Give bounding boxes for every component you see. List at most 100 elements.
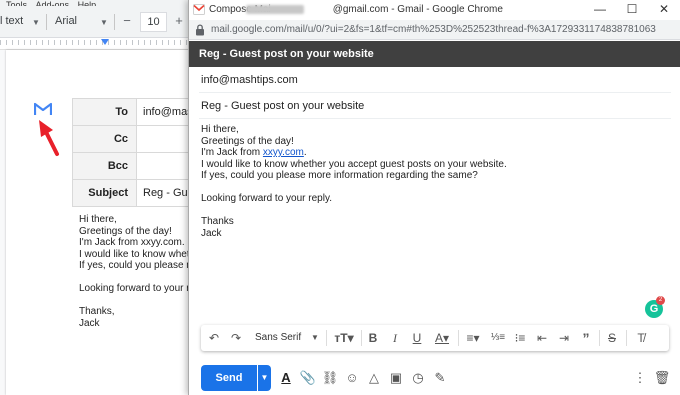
lock-icon[interactable] [195, 24, 205, 36]
doc-line: If yes, could you please m [79, 260, 195, 271]
toolbar-divider [326, 330, 327, 346]
quote-icon[interactable]: ” [578, 330, 594, 346]
doc-line: Jack [79, 317, 100, 329]
table-row: Cc [72, 125, 197, 153]
toolbar-divider [626, 330, 627, 346]
toolbar-divider [114, 14, 115, 30]
doc-line [79, 272, 195, 284]
compose-body[interactable]: Hi there, Greetings of the day! I'm Jack… [201, 124, 507, 239]
link-icon[interactable]: ⛓ [321, 369, 339, 387]
chevron-down-icon[interactable]: ▼ [100, 18, 108, 27]
body-line: Greetings of the day! [201, 135, 294, 147]
font-size-increase-button[interactable]: + [170, 14, 188, 30]
docs-font-select[interactable]: Arial [55, 15, 77, 27]
gmail-icon [193, 4, 205, 15]
formatting-options-icon[interactable]: A [277, 369, 295, 387]
doc-line: I would like to know wheth [79, 248, 196, 260]
formatting-toolbar: ↶ ↷ Sans Serif ▼ тT▾ B I U A▾ ≡▾ ⅓≡ ⁝≡ ⇤… [201, 325, 669, 351]
docs-style-select[interactable]: l text [0, 15, 23, 27]
signature-icon[interactable]: ✎ [431, 369, 449, 387]
body-line: Looking forward to your reply. [201, 193, 332, 204]
to-field[interactable]: info@mashtips.com [199, 67, 671, 93]
redacted-email-blur [246, 5, 304, 14]
underline-icon[interactable]: U [409, 330, 425, 346]
body-line: I'm Jack from xxyy.com. [201, 147, 507, 159]
toolbar-divider [361, 330, 362, 346]
trash-icon[interactable]: 🗑 [653, 369, 671, 387]
drive-icon[interactable]: △ [365, 369, 383, 387]
body-line: Thanks [201, 216, 234, 227]
mail-merge-table: To info@mas Cc Bcc Subject Reg - Gue [72, 98, 197, 207]
doc-line: Thanks, [79, 306, 115, 317]
body-gap [201, 205, 507, 217]
align-icon[interactable]: ≡▾ [462, 330, 484, 346]
font-select[interactable]: Sans Serif [255, 330, 301, 346]
red-arrow-icon [39, 120, 59, 156]
ruler-ticks [0, 40, 200, 45]
attach-icon[interactable]: 📎 [299, 369, 317, 387]
compose-title: Reg - Guest post on your website [199, 48, 374, 60]
send-options-chevron-icon[interactable]: ▼ [258, 365, 271, 391]
toolbar-divider [599, 330, 600, 346]
body-line: Jack [201, 227, 222, 239]
table-row: Subject Reg - Gue [72, 179, 197, 207]
gmail-m-icon[interactable] [34, 102, 52, 116]
body-line: I would like to know whether you accept … [201, 158, 507, 170]
doc-line: Hi there, [79, 214, 117, 225]
doc-line: I'm Jack from xxyy.com. [79, 237, 185, 248]
text-size-icon[interactable]: тT▾ [332, 330, 356, 346]
minimize-button[interactable]: — [586, 1, 614, 19]
chrome-popup-window: Compose Mai @gmail.com - Gmail - Google C… [188, 0, 680, 395]
numbered-list-icon[interactable]: ⅓≡ [490, 330, 506, 346]
redo-icon[interactable]: ↷ [228, 330, 244, 346]
chevron-down-icon[interactable]: ▼ [32, 18, 40, 27]
more-options-icon[interactable]: ⋮ [631, 369, 649, 387]
font-size-input[interactable]: 10 [140, 12, 167, 32]
table-row: Bcc [72, 152, 197, 180]
doc-line: Looking forward to your re [79, 283, 196, 294]
indent-more-icon[interactable]: ⇥ [556, 330, 572, 346]
to-label: To [72, 98, 137, 126]
bulleted-list-icon[interactable]: ⁝≡ [512, 330, 528, 346]
undo-icon[interactable]: ↶ [206, 330, 222, 346]
body-line: Hi there, [201, 124, 239, 135]
strikethrough-icon[interactable]: S [604, 330, 620, 346]
body-gap [201, 182, 507, 194]
table-row: To info@mas [72, 98, 197, 126]
italic-icon[interactable]: I [387, 330, 403, 346]
toolbar-divider [458, 330, 459, 346]
toolbar-divider [46, 14, 47, 30]
window-title-suffix: @gmail.com - Gmail - Google Chrome [332, 4, 503, 15]
subject-label: Subject [72, 179, 137, 207]
indent-less-icon[interactable]: ⇤ [534, 330, 550, 346]
doc-line: Greetings of the day! [79, 225, 172, 237]
maximize-button[interactable]: ☐ [618, 1, 646, 19]
address-bar[interactable]: mail.google.com/mail/u/0/?ui=2&fs=1&tf=c… [189, 20, 680, 40]
body-line-text: . [303, 147, 307, 158]
confidential-mode-icon[interactable]: ◷ [409, 369, 427, 387]
body-line: If yes, could you please more informatio… [201, 170, 478, 181]
emoji-icon[interactable]: ☺ [343, 369, 361, 387]
close-button[interactable]: ✕ [650, 1, 678, 19]
doc-line [79, 295, 195, 307]
body-link[interactable]: xxyy.com [263, 147, 304, 158]
compose-header: Reg - Guest post on your website [189, 41, 680, 67]
bold-icon[interactable]: B [365, 330, 381, 346]
chevron-down-icon[interactable]: ▼ [310, 330, 320, 346]
send-button[interactable]: Send [201, 365, 257, 391]
window-titlebar[interactable]: Compose Mai @gmail.com - Gmail - Google C… [189, 0, 680, 20]
doc-body-text: Hi there, Greetings of the day! I'm Jack… [79, 214, 195, 329]
remove-formatting-icon[interactable]: T̸ [633, 330, 649, 346]
body-line-text: I'm Jack from [201, 147, 263, 158]
subject-field[interactable]: Reg - Guest post on your website [199, 93, 671, 119]
photo-icon[interactable]: ▣ [387, 369, 405, 387]
ruler-indent-marker[interactable] [101, 39, 109, 45]
screen: Tools Add-ons Help l text ▼ Arial ▼ − 10… [0, 0, 680, 395]
font-size-decrease-button[interactable]: − [118, 14, 136, 30]
cc-label: Cc [72, 125, 137, 153]
docs-toolbar: l text ▼ Arial ▼ − 10 + [0, 6, 200, 38]
bcc-label: Bcc [72, 152, 137, 180]
text-color-icon[interactable]: A▾ [431, 330, 453, 346]
url-text[interactable]: mail.google.com/mail/u/0/?ui=2&fs=1&tf=c… [211, 24, 656, 35]
docs-ruler [0, 38, 200, 50]
